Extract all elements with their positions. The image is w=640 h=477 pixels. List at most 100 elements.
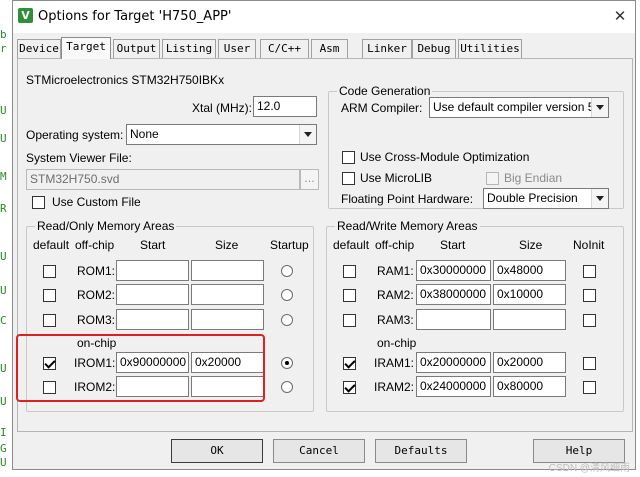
rom2-default-checkbox[interactable]: [43, 289, 56, 302]
rom1-start-input[interactable]: [116, 260, 189, 281]
tab-device[interactable]: Device: [17, 39, 61, 58]
bg-code-char: U: [0, 362, 7, 375]
xtal-input[interactable]: 12.0: [253, 96, 317, 117]
big-endian-checkbox[interactable]: [486, 172, 499, 185]
irom2-start-input[interactable]: [116, 376, 189, 397]
ram3-size-input[interactable]: [493, 309, 566, 330]
iram2-default-checkbox[interactable]: [343, 381, 356, 394]
close-icon[interactable]: ✕: [611, 7, 629, 25]
tab-c-cpp[interactable]: C/C++: [260, 39, 309, 58]
tab-linker[interactable]: Linker: [362, 39, 412, 58]
irom2-size-input[interactable]: [191, 376, 264, 397]
code-generation-title: Code Generation: [337, 84, 433, 98]
bg-code-char: r: [0, 42, 7, 55]
rw-header-start: Start: [440, 238, 466, 252]
iram1-default-checkbox[interactable]: [343, 357, 356, 370]
rom3-startup-radio[interactable]: [281, 314, 293, 326]
dialog-title: Options for Target 'H750_APP': [38, 9, 232, 24]
title-bar[interactable]: V Options for Target 'H750_APP' ✕: [13, 1, 635, 33]
bg-code-char: G: [0, 442, 7, 455]
os-select-value: None: [130, 127, 159, 141]
iram1-size-input[interactable]: 0x20000: [493, 352, 566, 373]
iram2-noinit-checkbox[interactable]: [583, 381, 596, 394]
tab-target[interactable]: Target: [61, 37, 111, 59]
iram1-label: IRAM1:: [374, 356, 415, 370]
rom2-size-input[interactable]: [191, 284, 264, 305]
ram3-start-input[interactable]: [416, 309, 491, 330]
irom1-size-input[interactable]: 0x20000: [191, 352, 264, 373]
rom1-default-checkbox[interactable]: [43, 265, 56, 278]
readonly-memory-title: Read/Only Memory Areas: [35, 219, 177, 233]
tab-utilities[interactable]: Utilities: [458, 39, 522, 58]
ram3-noinit-checkbox[interactable]: [583, 314, 596, 327]
iram2-size-input[interactable]: 0x80000: [493, 376, 566, 397]
target-panel: STMicroelectronics STM32H750IBKx Xtal (M…: [17, 58, 633, 432]
irom1-startup-radio[interactable]: [281, 357, 293, 369]
arm-compiler-label: ARM Compiler:: [341, 101, 423, 115]
ro-header-startup: Startup: [270, 238, 309, 252]
irom1-start-input[interactable]: 0x90000000: [116, 352, 189, 373]
rom2-label: ROM2:: [77, 288, 116, 302]
readwrite-memory-title: Read/Write Memory Areas: [335, 219, 480, 233]
iram2-label: IRAM2:: [374, 380, 415, 394]
bg-code-char: b: [0, 28, 7, 41]
bg-code-char: U: [0, 395, 7, 408]
ram1-noinit-checkbox[interactable]: [583, 265, 596, 278]
bg-code-char: U: [0, 284, 7, 297]
keil-app-icon: V: [18, 8, 33, 23]
ram2-noinit-checkbox[interactable]: [583, 289, 596, 302]
rw-onchip-label: on-chip: [377, 336, 417, 350]
ram1-start-input[interactable]: 0x30000000: [416, 260, 491, 281]
tab-output[interactable]: Output: [113, 39, 160, 58]
cross-module-checkbox[interactable]: [342, 151, 355, 164]
tab-listing[interactable]: Listing: [162, 39, 216, 58]
ro-header-offchip: off-chip: [75, 238, 115, 252]
fpu-select[interactable]: Double Precision: [483, 188, 609, 209]
ok-button[interactable]: OK: [171, 439, 263, 463]
tab-asm[interactable]: Asm: [311, 39, 348, 58]
svd-input[interactable]: STM32H750.svd: [26, 169, 300, 190]
rom1-size-input[interactable]: [191, 260, 264, 281]
device-name: STMicroelectronics STM32H750IBKx: [26, 73, 225, 87]
rom3-start-input[interactable]: [116, 309, 189, 330]
defaults-button[interactable]: Defaults: [375, 439, 467, 463]
iram1-start-input[interactable]: 0x20000000: [416, 352, 491, 373]
ro-header-size: Size: [215, 238, 239, 252]
ro-header-default: default: [33, 238, 70, 252]
irom2-default-checkbox[interactable]: [43, 381, 56, 394]
ram2-default-checkbox[interactable]: [343, 289, 356, 302]
ram1-default-checkbox[interactable]: [343, 265, 356, 278]
options-dialog: V Options for Target 'H750_APP' ✕ Device…: [12, 0, 636, 470]
iram1-noinit-checkbox[interactable]: [583, 357, 596, 370]
bg-code-char: M: [0, 170, 7, 183]
ro-header-start: Start: [140, 238, 166, 252]
ram2-start-input[interactable]: 0x38000000: [416, 284, 491, 305]
ram1-size-input[interactable]: 0x48000: [493, 260, 566, 281]
svd-browse-button[interactable]: ...: [300, 169, 319, 190]
os-label: Operating system:: [26, 128, 124, 142]
rom3-default-checkbox[interactable]: [43, 314, 56, 327]
irom2-startup-radio[interactable]: [281, 381, 293, 393]
cancel-button[interactable]: Cancel: [273, 439, 365, 463]
rom3-size-input[interactable]: [191, 309, 264, 330]
os-select[interactable]: None: [126, 124, 317, 145]
bg-code-char: U: [0, 456, 7, 469]
use-custom-file-checkbox[interactable]: [32, 196, 45, 209]
readwrite-memory-group: Read/Write Memory Areas default off-chip…: [326, 219, 624, 412]
iram2-start-input[interactable]: 0x24000000: [416, 376, 491, 397]
tab-debug[interactable]: Debug: [412, 39, 456, 58]
bg-code-char: C: [0, 314, 7, 327]
bg-code-char: U: [0, 250, 7, 263]
ram2-size-input[interactable]: 0x10000: [493, 284, 566, 305]
irom1-default-checkbox[interactable]: [43, 357, 56, 370]
ram3-default-checkbox[interactable]: [343, 314, 356, 327]
rom2-start-input[interactable]: [116, 284, 189, 305]
rom2-startup-radio[interactable]: [281, 289, 293, 301]
rw-header-noinit: NoInit: [573, 238, 605, 252]
microlib-checkbox[interactable]: [342, 172, 355, 185]
rom1-startup-radio[interactable]: [281, 265, 293, 277]
bg-code-char: U: [0, 132, 7, 145]
svd-label: System Viewer File:: [26, 151, 132, 165]
arm-compiler-select[interactable]: Use default compiler version 5: [429, 97, 609, 118]
tab-user[interactable]: User: [218, 39, 256, 58]
